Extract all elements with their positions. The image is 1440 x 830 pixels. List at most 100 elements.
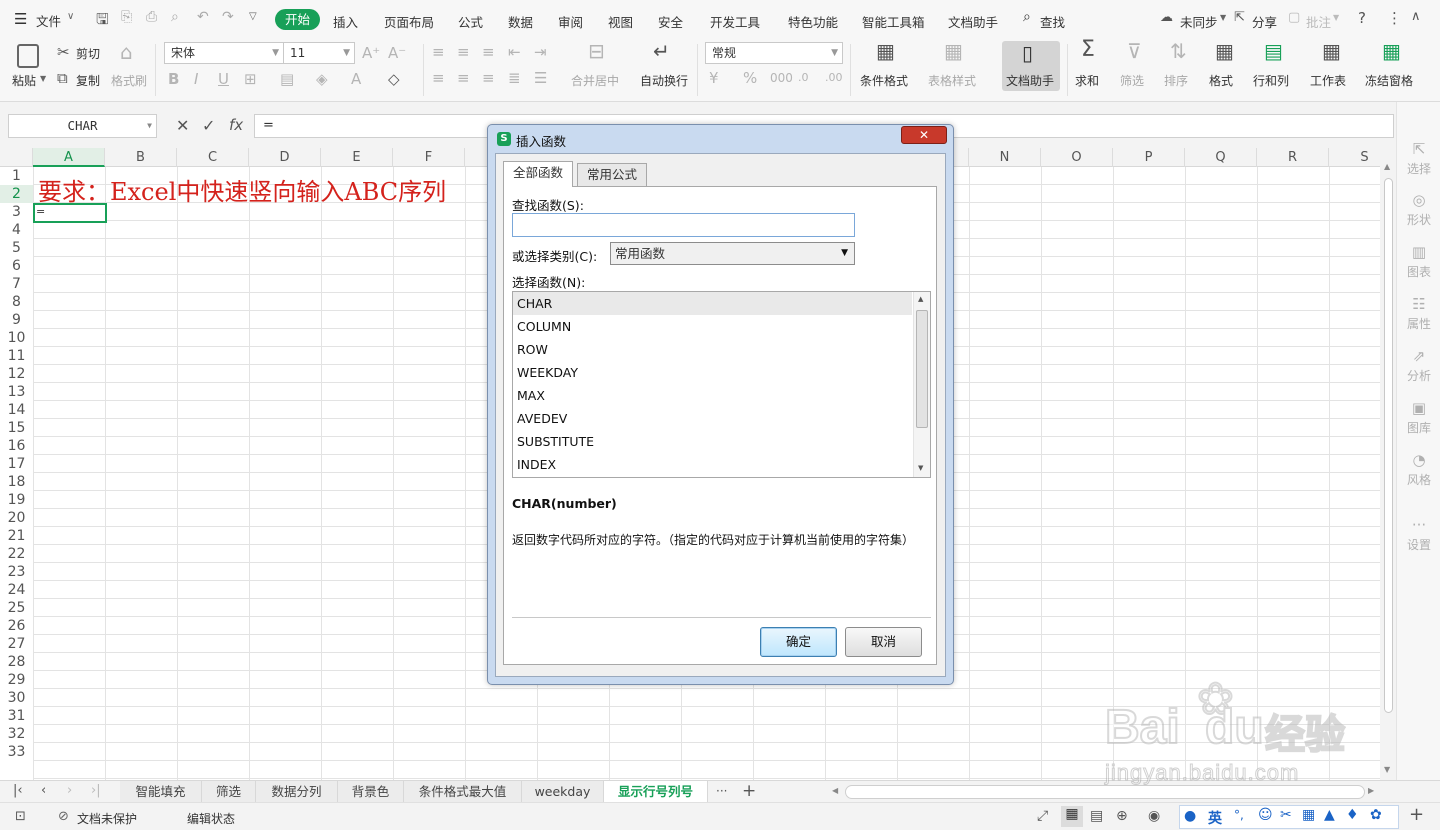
cloud-sync-icon[interactable]: ☁ [1160,10,1173,25]
row-header[interactable]: 30 [0,689,33,707]
pane-chart[interactable]: ▥ 图表 [1397,243,1440,280]
tab-all-functions[interactable]: 全部函数 [503,161,574,187]
pane-settings[interactable]: ··· 设置 [1397,516,1440,553]
row-header[interactable]: 18 [0,473,33,491]
last-sheet-icon[interactable]: ›| [91,783,101,798]
help-icon[interactable]: ? [1358,9,1366,27]
sum-button[interactable]: 求和 [1075,72,1099,89]
hamburger-icon[interactable]: ☰ [14,10,27,28]
eye-protection-icon[interactable]: ◉ [1148,808,1160,824]
font-color-icon[interactable]: A [351,71,361,87]
tab-common-formulas[interactable]: 常用公式 [577,163,648,186]
thousands-icon[interactable]: 000 [770,70,793,86]
cancel-button[interactable]: 取消 [845,627,922,657]
tab-developer[interactable]: 开发工具 [710,12,760,31]
tab-data[interactable]: 数据 [508,12,533,31]
list-item[interactable]: MAX [513,384,912,407]
worksheet-button[interactable]: 工作表 [1310,72,1346,89]
bold-icon[interactable]: B [168,71,179,87]
pane-properties[interactable]: ☷ 属性 [1397,295,1440,332]
row-header[interactable]: 27 [0,635,33,653]
pane-analysis[interactable]: ⇗ 分析 [1397,347,1440,384]
currency-icon[interactable]: ¥ [709,70,719,86]
ime-user-icon[interactable]: ▲ [1324,807,1335,823]
row-header[interactable]: 14 [0,401,33,419]
column-header[interactable]: S [1329,148,1380,167]
menu-file[interactable]: 文件 [36,11,61,30]
row-header[interactable]: 26 [0,617,33,635]
vertical-scrollbar[interactable]: ▲ ▼ [1380,148,1396,780]
row-header[interactable]: 33 [0,743,33,761]
list-item[interactable]: INDEX [513,453,912,476]
align-middle-icon[interactable]: ≡ [457,44,470,60]
list-item[interactable]: WEEKDAY [513,361,912,384]
scissors-icon[interactable]: ✂ [57,44,70,60]
paste-button[interactable]: 粘贴 [12,72,36,89]
row-col-icon[interactable]: ▤ [1264,41,1283,61]
ime-emoji-icon[interactable]: ☺ [1258,807,1273,823]
redo-icon[interactable]: ↷ [222,9,234,25]
list-item[interactable]: SUBSTITUTE [513,430,912,453]
scroll-down-icon[interactable]: ▼ [1384,765,1390,774]
column-header[interactable]: O [1041,148,1113,167]
indent-decrease-icon[interactable]: ⇤ [508,44,521,60]
row-header[interactable]: 24 [0,581,33,599]
doc-assistant-button[interactable]: ▯ 文档助手 [1002,41,1060,91]
search-icon[interactable]: ⌕ [1023,9,1031,25]
indent-increase-icon[interactable]: ⇥ [534,44,547,60]
pane-select[interactable]: ⇱ 选择 [1397,140,1440,177]
chevron-down-icon[interactable]: ∨ [67,11,74,22]
undo-icon[interactable]: ↶ [197,9,209,25]
list-scrollbar[interactable]: ▲ ▼ [913,292,930,477]
tab-formulas[interactable]: 公式 [458,12,483,31]
copy-icon[interactable]: ⧉ [57,70,68,86]
worksheet-icon[interactable]: ▦ [1322,41,1341,61]
table-style-icon[interactable]: ▦ [944,41,963,61]
list-item[interactable]: CHAR [513,292,912,315]
tab-smart-toolbox[interactable]: 智能工具箱 [862,12,925,31]
format-painter-icon[interactable]: ⌂ [120,42,133,62]
border-icon[interactable]: ⊞ [244,71,257,87]
next-sheet-icon[interactable]: › [67,783,72,798]
font-size-select[interactable]: 11 ▼ [283,42,355,64]
percent-icon[interactable]: % [743,70,757,86]
row-header[interactable]: 9 [0,311,33,329]
sum-icon[interactable]: Σ [1081,39,1095,61]
cell-a2-active[interactable]: = [33,203,107,223]
number-format-select[interactable]: 常规 ▼ [705,42,843,64]
ime-keyboard-icon[interactable]: ▦ [1302,807,1315,823]
row-header[interactable]: 19 [0,491,33,509]
pane-gallery[interactable]: ▣ 图库 [1397,399,1440,436]
eraser-icon[interactable]: ◇ [388,71,400,87]
row-header[interactable]: 21 [0,527,33,545]
format-painter-button[interactable]: 格式刷 [111,72,147,89]
export-icon[interactable]: ⎘ [121,9,132,25]
row-header[interactable]: 12 [0,365,33,383]
macro-icon[interactable]: ⊡ [15,809,26,824]
cancel-formula-icon[interactable]: ✕ [176,116,189,135]
row-header[interactable]: 5 [0,239,33,257]
row-header[interactable]: 29 [0,671,33,689]
row-header[interactable]: 16 [0,437,33,455]
sheet-tab[interactable]: 条件格式最大值 [404,781,522,803]
first-sheet-icon[interactable]: |‹ [13,783,23,798]
chevron-down-icon[interactable]: ▼ [1220,13,1226,22]
ok-button[interactable]: 确定 [760,627,837,657]
search-command[interactable]: 查找 [1040,12,1065,31]
list-item[interactable]: COLUMN [513,315,912,338]
select-all-corner[interactable] [0,148,33,167]
share-button[interactable]: 分享 [1252,12,1277,31]
column-header[interactable]: E [321,148,393,167]
quick-access-dropdown-icon[interactable]: ▽ [249,11,257,22]
sort-icon[interactable]: ⇅ [1170,41,1187,61]
comment-button[interactable]: 批注 [1306,12,1331,31]
row-col-button[interactable]: 行和列 [1253,72,1289,89]
function-list[interactable]: CHAR COLUMN ROW WEEKDAY MAX AVEDEV SUBST… [512,291,931,478]
category-select[interactable]: 常用函数 ▼ [610,242,855,265]
conditional-format-button[interactable]: 条件格式 [860,72,908,89]
column-header[interactable]: R [1257,148,1329,167]
collapse-ribbon-icon[interactable]: ∧ [1411,9,1421,24]
paste-icon[interactable] [17,44,39,68]
row-header[interactable]: 15 [0,419,33,437]
row-header[interactable]: 28 [0,653,33,671]
